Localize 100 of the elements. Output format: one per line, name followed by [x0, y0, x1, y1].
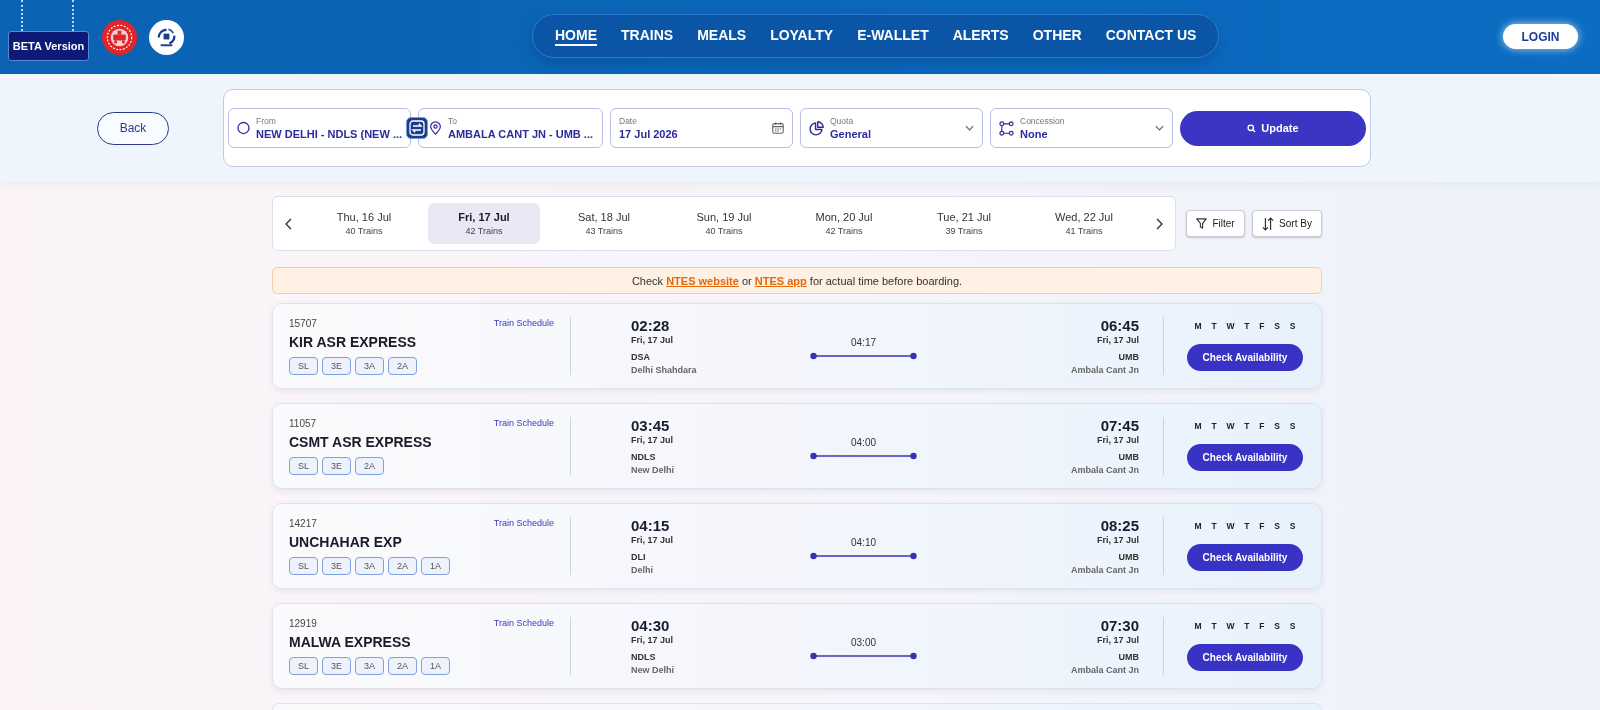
nav-link[interactable]: E-WALLET	[857, 26, 929, 46]
nav-link[interactable]: TRAINS	[621, 26, 674, 46]
swap-icon[interactable]	[406, 117, 428, 139]
departure-time: 02:28	[631, 316, 671, 335]
run-day: T	[1244, 521, 1250, 532]
train-schedule-link[interactable]: Train Schedule	[493, 318, 554, 328]
nav-link[interactable]: HOME	[555, 26, 597, 46]
run-day: F	[1259, 621, 1265, 632]
filter-button[interactable]: Filter	[1186, 210, 1245, 237]
run-day: W	[1226, 321, 1235, 332]
check-availability-button[interactable]: Check Availability	[1187, 644, 1303, 671]
station-name: Ambala Cant Jn	[1071, 564, 1139, 576]
concession-dropdown[interactable]: Concession None	[990, 108, 1173, 148]
run-day: S	[1289, 421, 1296, 432]
run-day: M	[1194, 421, 1202, 432]
class-chip[interactable]: SL	[289, 357, 318, 375]
class-chip[interactable]: 2A	[388, 657, 417, 675]
route-line-icon	[810, 451, 917, 460]
class-chip[interactable]: SL	[289, 457, 318, 475]
login-button[interactable]: LOGIN	[1503, 24, 1578, 49]
departure-time: 04:15	[631, 516, 671, 535]
class-chip[interactable]: 2A	[388, 557, 417, 575]
nav-link[interactable]: CONTACT US	[1105, 26, 1197, 46]
nav-link[interactable]: ALERTS	[952, 26, 1009, 46]
route-line-icon	[810, 351, 917, 360]
station-name: Ambala Cant Jn	[1071, 464, 1139, 476]
run-day: W	[1226, 521, 1235, 532]
class-chip[interactable]: 3A	[355, 557, 384, 575]
run-day: S	[1274, 421, 1280, 432]
train-schedule-link[interactable]: Train Schedule	[493, 518, 554, 528]
departure-date: Fri, 17 Jul	[631, 334, 675, 346]
station-name: Ambala Cant Jn	[1071, 364, 1139, 376]
class-chip[interactable]: 1A	[421, 557, 450, 575]
arrival-time: 06:45	[1100, 316, 1139, 335]
sort-button[interactable]: Sort By	[1252, 210, 1322, 237]
train-number: 14217	[289, 517, 317, 529]
station-code: DLI	[631, 551, 647, 563]
nav-link[interactable]: MEALS	[697, 26, 747, 46]
caret-icon	[965, 125, 974, 131]
class-chip[interactable]: 2A	[355, 457, 384, 475]
train-number: 11057	[289, 417, 317, 429]
departure-time: 03:45	[631, 416, 671, 435]
class-chip[interactable]: 3A	[355, 657, 384, 675]
class-chip[interactable]: 3E	[322, 357, 351, 375]
station-code: NDLS	[631, 451, 657, 463]
search-icon	[1247, 123, 1257, 133]
date-tab[interactable]: Sat, 18 Jul 43 Trains	[548, 203, 660, 244]
class-chip[interactable]: 3E	[322, 457, 351, 475]
check-availability-button[interactable]: Check Availability	[1187, 344, 1303, 371]
class-chip[interactable]: 3E	[322, 657, 351, 675]
nav-link[interactable]: LOYALTY	[770, 26, 834, 46]
departure-date: Fri, 17 Jul	[631, 434, 675, 446]
route-line-icon	[810, 651, 917, 660]
date-tab[interactable]: Wed, 22 Jul 41 Trains	[1028, 203, 1140, 244]
location-pin-icon	[429, 121, 442, 135]
update-button[interactable]: Update	[1180, 110, 1366, 146]
class-chip[interactable]: 3A	[355, 357, 384, 375]
check-availability-button[interactable]: Check Availability	[1187, 544, 1303, 571]
station-code: DSA	[631, 351, 651, 363]
run-day: M	[1194, 321, 1202, 332]
departure-time: 04:30	[631, 616, 671, 635]
date-tab[interactable]: Fri, 17 Jul 42 Trains	[428, 203, 540, 244]
station-name: Ambala Cant Jn	[1071, 664, 1139, 676]
train-number: 12919	[289, 617, 317, 629]
run-day: S	[1274, 621, 1280, 632]
arrival-date: Fri, 17 Jul	[1096, 634, 1139, 646]
train-schedule-link[interactable]: Train Schedule	[493, 618, 554, 628]
from-field[interactable]: From NEW DELHI - NDLS (NEW ...	[228, 108, 411, 148]
class-chip[interactable]: 1A	[421, 657, 450, 675]
route-line-icon	[810, 551, 917, 560]
station-code: UMB	[1118, 451, 1139, 463]
back-button[interactable]: Back	[97, 111, 169, 145]
class-chip[interactable]: SL	[289, 557, 318, 575]
date-tab[interactable]: Sun, 19 Jul 40 Trains	[668, 203, 780, 244]
journey-duration: 04:10	[851, 536, 876, 549]
train-name: CSMT ASR EXPRESS	[289, 434, 433, 450]
to-field[interactable]: To AMBALA CANT JN - UMB ...	[418, 108, 603, 148]
date-field[interactable]: Date 17 Jul 2026	[610, 108, 793, 148]
quota-dropdown[interactable]: Quota General	[800, 108, 983, 148]
class-chip[interactable]: 2A	[388, 357, 417, 375]
sort-arrows-icon	[1262, 216, 1275, 231]
station-name: Delhi Shahdara	[631, 364, 698, 376]
date-tab[interactable]: Tue, 21 Jul 39 Trains	[908, 203, 1020, 244]
run-day: S	[1289, 621, 1296, 632]
caret-icon	[1155, 125, 1164, 131]
run-day: W	[1226, 621, 1235, 632]
run-day: T	[1211, 421, 1217, 432]
round-logo-icon[interactable]	[149, 20, 184, 55]
date-tab[interactable]: Mon, 20 Jul 42 Trains	[788, 203, 900, 244]
nav-link[interactable]: OTHER	[1032, 26, 1082, 46]
class-chip[interactable]: 3E	[322, 557, 351, 575]
circle-icon	[237, 121, 250, 135]
connected-nodes-icon	[999, 120, 1014, 136]
class-chip[interactable]: SL	[289, 657, 318, 675]
check-availability-button[interactable]: Check Availability	[1187, 444, 1303, 471]
train-schedule-link[interactable]: Train Schedule	[493, 418, 554, 428]
date-tab[interactable]: Thu, 16 Jul 40 Trains	[308, 203, 420, 244]
run-day: S	[1274, 521, 1280, 532]
emblem-logo-icon[interactable]	[102, 20, 137, 55]
arrival-date: Fri, 17 Jul	[1096, 534, 1139, 546]
